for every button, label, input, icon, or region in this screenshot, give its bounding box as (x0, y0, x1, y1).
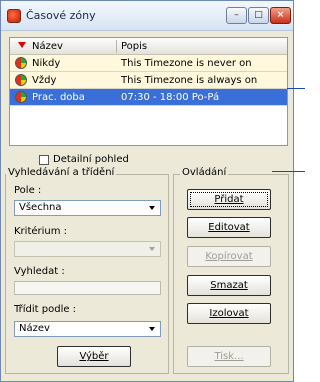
find-label: Vyhledat : (14, 266, 65, 277)
find-input[interactable] (14, 281, 161, 295)
detail-view-checkbox[interactable] (39, 155, 49, 165)
table-row[interactable]: Nikdy This Timezone is never on (10, 55, 287, 72)
chevron-down-icon[interactable] (146, 323, 158, 335)
edit-button[interactable]: Editovat (187, 217, 271, 238)
close-button[interactable]: × (270, 7, 291, 24)
detail-view-label: Detailní pohled (53, 154, 129, 165)
sort-by-label: Třídit podle : (14, 304, 77, 315)
row-name: Vždy (32, 75, 57, 86)
field-select[interactable]: Všechna (14, 200, 161, 216)
minimize-button[interactable]: – (226, 7, 247, 24)
sort-desc-icon (18, 42, 26, 48)
timezone-icon (15, 91, 27, 103)
sort-by-select-value: Název (19, 323, 50, 334)
list-header: Název Popis (10, 38, 287, 55)
row-name: Prac. doba (32, 92, 85, 103)
chevron-down-icon[interactable] (146, 243, 158, 255)
field-select-value: Všechna (19, 202, 62, 213)
row-description: This Timezone is always on (121, 75, 258, 86)
add-button[interactable]: Přidat (187, 189, 271, 210)
window-title: Časové zóny (26, 9, 96, 22)
search-sort-legend: Vyhledávání a třídění (6, 167, 117, 178)
chevron-down-icon[interactable] (146, 202, 158, 214)
column-header-description[interactable]: Popis (121, 38, 147, 55)
table-row-selected[interactable]: Prac. doba 07:30 - 18:00 Po-Pá (10, 89, 287, 106)
callout-line (287, 88, 305, 89)
callout-line (272, 171, 305, 172)
title-bar[interactable]: Časové zóny – □ × (1, 1, 293, 31)
column-separator[interactable] (116, 40, 117, 53)
timezone-icon (15, 57, 27, 69)
print-button[interactable]: Tisk... (187, 346, 271, 367)
row-description: 07:30 - 18:00 Po-Pá (121, 92, 220, 103)
sort-by-select[interactable]: Název (14, 321, 161, 337)
copy-button[interactable]: Kopírovat (187, 246, 271, 267)
field-label: Pole : (14, 185, 42, 196)
column-header-name[interactable]: Název (32, 38, 63, 55)
criterion-select[interactable] (14, 241, 161, 257)
criterion-label: Kritérium : (14, 226, 68, 237)
row-name: Nikdy (32, 58, 61, 69)
controls-legend: Ovládání (180, 167, 229, 178)
maximize-button[interactable]: □ (248, 7, 269, 24)
isolate-button[interactable]: Izolovat (187, 303, 271, 324)
app-icon (7, 9, 21, 23)
delete-button[interactable]: Smazat (187, 275, 271, 296)
time-zone-list[interactable]: Název Popis Nikdy This Timezone is never… (9, 37, 288, 146)
select-button[interactable]: Výběr (57, 346, 131, 367)
time-zones-window: Časové zóny – □ × Název Popis Nikdy This… (0, 0, 294, 382)
table-row[interactable]: Vždy This Timezone is always on (10, 72, 287, 89)
row-description: This Timezone is never on (121, 58, 252, 69)
timezone-icon (15, 74, 27, 86)
